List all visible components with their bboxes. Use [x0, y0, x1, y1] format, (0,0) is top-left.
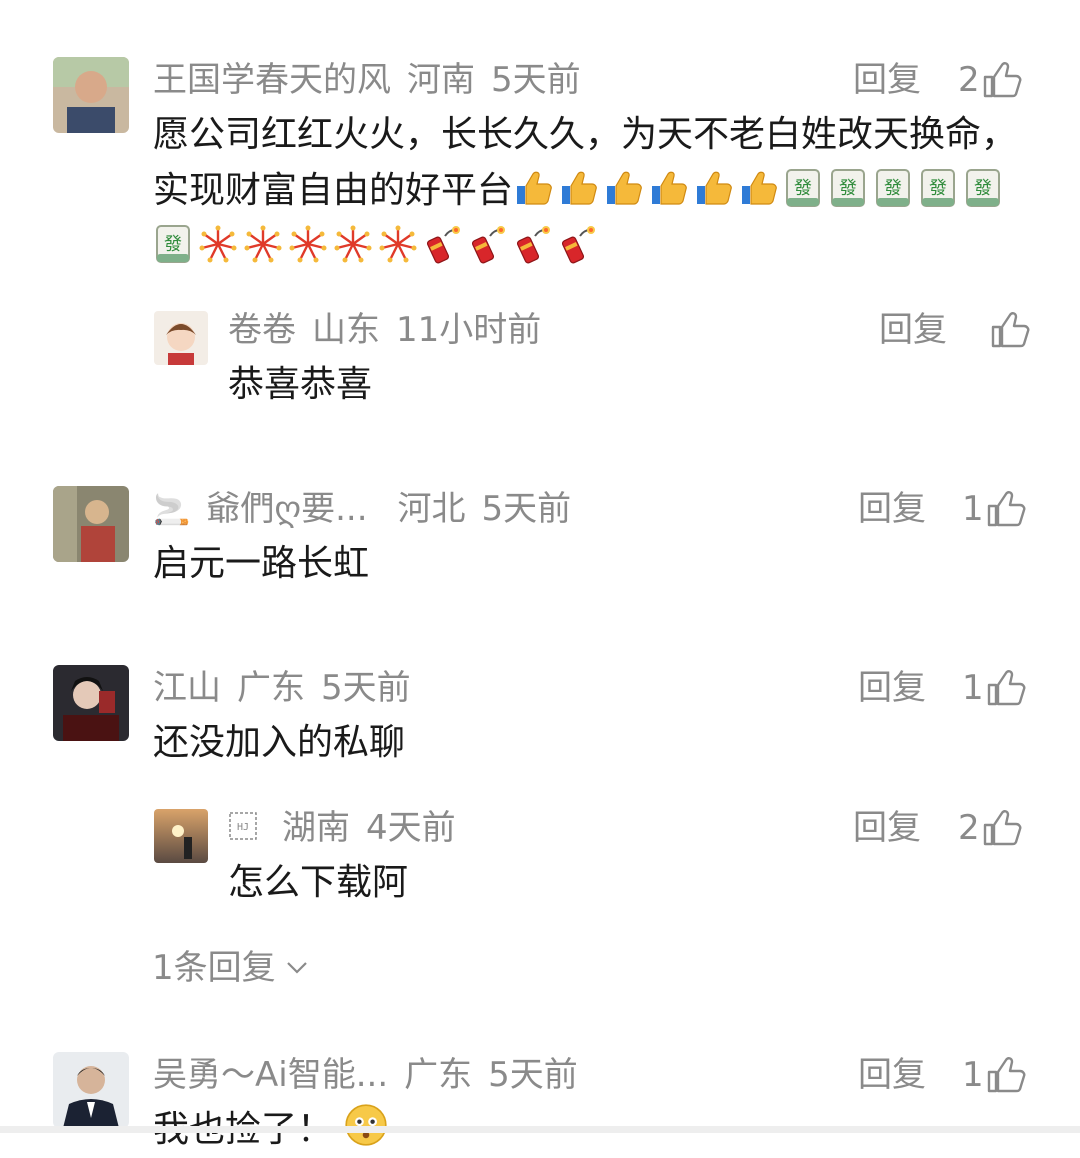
user-name-text: 爺們ღ要... — [206, 489, 368, 529]
thumbs-up-icon — [983, 810, 1022, 846]
avatar[interactable] — [53, 1052, 129, 1128]
like-button[interactable]: 1 — [962, 669, 1026, 707]
fa-tile-icon: 發 — [963, 168, 1003, 208]
thumbs-up-icon — [648, 168, 688, 208]
svg-text:HJ: HJ — [237, 822, 249, 833]
fa-tile-icon: 發 — [918, 168, 958, 208]
placeholder-glyph-icon: HJ — [229, 812, 257, 840]
fa-tile-icon: 發 — [153, 224, 193, 264]
face-emoji-icon — [345, 1104, 388, 1146]
thumbs-up-icon — [513, 168, 553, 208]
svg-text:發: 發 — [929, 178, 947, 199]
like-count: 1 — [962, 489, 984, 529]
thumbs-up-icon — [987, 670, 1026, 706]
thumbs-up-icon — [693, 168, 733, 208]
firecracker-icon — [423, 224, 463, 264]
user-name[interactable]: 吴勇～Ai智能... — [153, 1055, 388, 1095]
fa-tile-icon: 發 — [873, 168, 913, 208]
reply-meta: 卷卷 山东 11小时前 — [228, 313, 557, 347]
reply-text: 恭喜恭喜 — [228, 364, 373, 405]
fa-tile-icon: 發 — [828, 168, 868, 208]
svg-text:發: 發 — [794, 178, 812, 199]
comment-meta: 🚬 爺們ღ要... 河北 5天前 — [153, 492, 587, 526]
comment-text: 启元一路长虹 — [153, 543, 370, 584]
user-name[interactable]: 王国学春天的风 — [153, 60, 391, 100]
like-count: 1 — [962, 1055, 984, 1095]
comment-time: 5天前 — [481, 489, 572, 529]
reply-time: 11小时前 — [396, 310, 542, 350]
chevron-down-icon — [287, 962, 308, 974]
fireworks-icon — [378, 224, 418, 264]
firecracker-icon — [558, 224, 598, 264]
user-name[interactable]: 江山 — [153, 668, 221, 708]
user-region: 广东 — [404, 1055, 473, 1095]
comment-meta: 吴勇～Ai智能... 广东 5天前 — [153, 1058, 594, 1092]
avatar[interactable] — [53, 57, 129, 133]
reply-avatar[interactable] — [154, 311, 208, 365]
like-button[interactable] — [988, 311, 1030, 349]
comment-time: 5天前 — [488, 1055, 578, 1095]
fireworks-icon — [198, 224, 238, 264]
thumbs-up-icon — [558, 168, 598, 208]
like-button[interactable]: 1 — [962, 1056, 1026, 1094]
more-replies-toggle[interactable]: 1条回复 — [152, 940, 308, 989]
user-region: 河北 — [397, 489, 466, 529]
reply-button[interactable]: 回复 — [853, 811, 921, 845]
user-region: 广东 — [237, 668, 305, 708]
svg-text:發: 發 — [839, 178, 857, 199]
comment-text: 愿公司红红火火，长长久久，为天不老白姓改天换命，实现财富自由的好平台發發發發發發 — [153, 107, 1023, 275]
fireworks-icon — [243, 224, 283, 264]
thumbs-up-icon — [991, 312, 1030, 348]
reply-meta: HJ 湖南 4天前 — [228, 811, 472, 845]
user-region: 河南 — [407, 60, 475, 100]
like-count: 2 — [958, 808, 980, 848]
svg-text:發: 發 — [884, 178, 902, 199]
comment-time: 5天前 — [491, 60, 581, 100]
fireworks-icon — [288, 224, 328, 264]
bottom-divider — [0, 1126, 1080, 1133]
like-button[interactable]: 2 — [958, 61, 1022, 99]
comment-meta: 江山 广东 5天前 — [153, 671, 427, 705]
avatar[interactable] — [53, 486, 129, 562]
reply-time: 4天前 — [366, 808, 456, 848]
reply-button[interactable]: 回复 — [853, 63, 921, 97]
cigarette-icon: 🚬 — [153, 493, 191, 528]
reply-region: 湖南 — [282, 808, 350, 848]
reply-button[interactable]: 回复 — [858, 1058, 926, 1092]
firecracker-icon — [513, 224, 553, 264]
like-count: 1 — [962, 668, 984, 708]
like-count: 2 — [958, 60, 980, 100]
thumbs-up-icon — [603, 168, 643, 208]
reply-region: 山东 — [312, 310, 380, 350]
firecracker-icon — [468, 224, 508, 264]
thumbs-up-icon — [738, 168, 778, 208]
reply-text: 怎么下载阿 — [228, 862, 409, 903]
svg-text:發: 發 — [974, 178, 992, 199]
reply-button[interactable]: 回复 — [858, 492, 926, 526]
fireworks-icon — [333, 224, 373, 264]
comment-text: 还没加入的私聊 — [153, 722, 406, 763]
reply-button[interactable]: 回复 — [879, 313, 947, 347]
like-button[interactable]: 2 — [958, 809, 1022, 847]
reply-avatar[interactable] — [154, 809, 208, 863]
user-name[interactable]: 🚬 爺們ღ要... — [153, 489, 368, 529]
thumbs-up-icon — [983, 62, 1022, 98]
fa-tile-icon: 發 — [783, 168, 823, 208]
thumbs-up-icon — [987, 1057, 1026, 1093]
svg-text:發: 發 — [164, 234, 182, 255]
comment-time: 5天前 — [321, 668, 411, 708]
avatar[interactable] — [53, 665, 129, 741]
thumbs-up-icon — [987, 491, 1026, 527]
reply-user-name[interactable]: 卷卷 — [228, 310, 296, 350]
like-button[interactable]: 1 — [962, 490, 1026, 528]
more-replies-label: 1条回复 — [152, 948, 276, 988]
reply-button[interactable]: 回复 — [858, 671, 926, 705]
comment-meta: 王国学春天的风 河南 5天前 — [153, 63, 597, 97]
reply-user-name[interactable]: HJ — [228, 808, 258, 848]
